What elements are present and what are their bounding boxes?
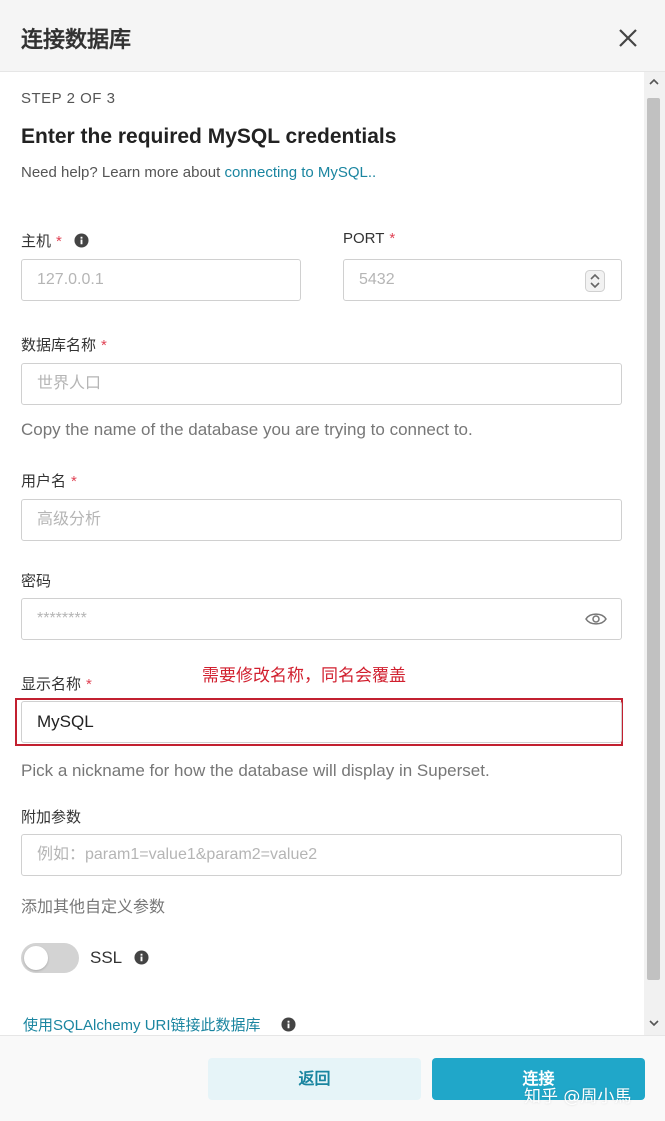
required-mark: * <box>71 473 77 490</box>
extra-params-hint: 添加其他自定义参数 <box>21 899 166 916</box>
ssl-toggle[interactable] <box>21 943 79 973</box>
display-name-label-text: 显示名称 <box>21 676 82 693</box>
step-indicator: STEP 2 OF 3 <box>21 90 116 107</box>
username-label-text: 用户名 <box>21 473 67 490</box>
help-link[interactable]: connecting to MySQL.. <box>224 164 376 181</box>
chevron-down-icon[interactable] <box>649 1018 659 1028</box>
ssl-label-text: SSL <box>90 948 122 967</box>
dialog-footer: 返回 连接 知乎 @周小馬 <box>0 1035 665 1121</box>
close-icon[interactable] <box>613 23 643 53</box>
required-mark: * <box>389 230 396 247</box>
dialog-header: 连接数据库 <box>0 0 665 72</box>
display-name-label: 显示名称 * <box>21 673 92 694</box>
info-icon[interactable] <box>74 233 89 248</box>
host-label: 主机 * <box>21 230 89 251</box>
scrollbar-thumb[interactable] <box>647 98 660 980</box>
sqlalchemy-link-text[interactable]: 使用SQLAlchemy URI链接此数据库 <box>23 1017 261 1034</box>
database-name-hint: Copy the name of the database you are tr… <box>21 420 473 439</box>
password-label: 密码 <box>21 573 52 590</box>
required-mark: * <box>56 233 62 250</box>
chevron-up-icon[interactable] <box>649 77 659 87</box>
password-input[interactable]: ******** <box>21 598 622 640</box>
port-label: PORT * <box>343 230 395 247</box>
display-name-hint: Pick a nickname for how the database wil… <box>21 761 490 780</box>
help-text: Need help? Learn more about connecting t… <box>21 164 376 181</box>
form-heading: Enter the required MySQL credentials <box>21 125 397 148</box>
extra-params-input[interactable]: 例如：param1=value1&param2=value2 <box>21 834 622 876</box>
dialog-title: 连接数据库 <box>21 28 132 53</box>
host-label-text: 主机 <box>21 233 52 250</box>
required-mark: * <box>86 676 92 693</box>
annotation-text: 需要修改名称，同名会覆盖 <box>202 666 406 686</box>
port-input[interactable]: 5432 <box>343 259 622 301</box>
watermark: 知乎 @周小馬 <box>524 1087 632 1107</box>
username-input[interactable]: 高级分析 <box>21 499 622 541</box>
toggle-knob <box>24 946 48 970</box>
host-input[interactable]: 127.0.0.1 <box>21 259 301 301</box>
help-prefix: Need help? Learn more about <box>21 164 225 181</box>
port-label-text: PORT <box>343 230 385 247</box>
info-icon[interactable] <box>134 950 149 965</box>
database-name-label: 数据库名称 * <box>21 334 107 355</box>
eye-icon[interactable] <box>585 611 607 627</box>
display-name-input[interactable]: MySQL <box>21 701 622 743</box>
password-placeholder: ******** <box>37 610 87 627</box>
port-placeholder: 5432 <box>359 271 395 288</box>
scrollbar[interactable] <box>644 72 665 1035</box>
username-label: 用户名 * <box>21 470 77 491</box>
database-name-input[interactable]: 世界人口 <box>21 363 622 405</box>
back-button[interactable]: 返回 <box>208 1058 421 1100</box>
extra-params-label: 附加参数 <box>21 809 82 826</box>
database-name-label-text: 数据库名称 <box>21 337 97 354</box>
dialog-body: STEP 2 OF 3 Enter the required MySQL cre… <box>0 72 644 1035</box>
number-stepper-icon[interactable] <box>585 270 605 292</box>
required-mark: * <box>101 337 107 354</box>
ssl-label: SSL <box>90 948 149 968</box>
sqlalchemy-uri-link[interactable]: 使用SQLAlchemy URI链接此数据库 <box>23 1014 296 1035</box>
info-icon[interactable] <box>281 1017 296 1032</box>
